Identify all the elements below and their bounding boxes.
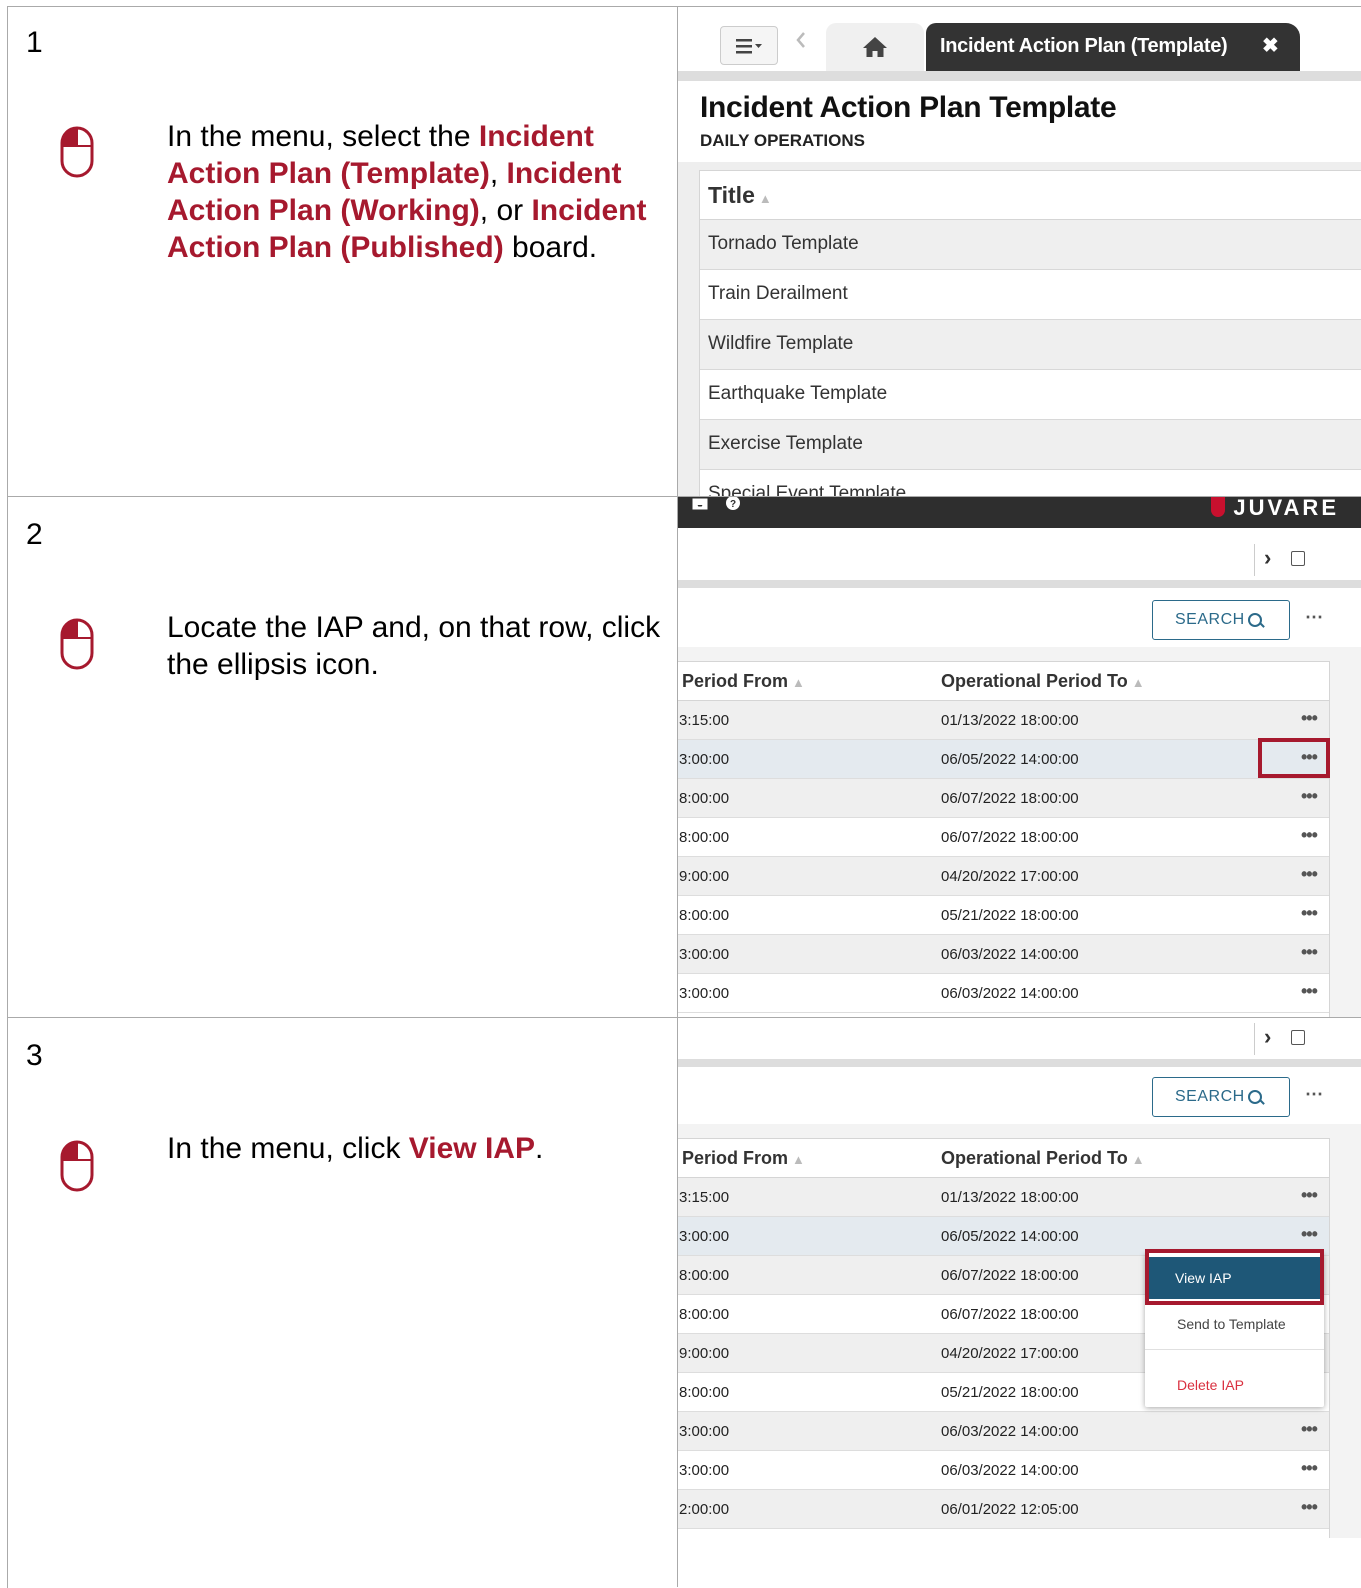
menu-item-delete-iap[interactable]: Delete IAP bbox=[1145, 1370, 1324, 1400]
help-icon[interactable]: ? bbox=[725, 497, 741, 511]
screenshot-board-list: Incident Action Plan (Template) ✖ Incide… bbox=[678, 7, 1361, 496]
svg-text:?: ? bbox=[730, 499, 736, 510]
tab-incident-action-plan-template[interactable]: Incident Action Plan (Template) ✖ bbox=[926, 23, 1300, 71]
tab-home[interactable] bbox=[826, 23, 924, 71]
app-top-bar: ? JUVARE bbox=[678, 497, 1361, 528]
row-divider bbox=[7, 1017, 1361, 1018]
divider bbox=[678, 1059, 1361, 1067]
divider bbox=[678, 580, 1361, 588]
juvare-logo-mark bbox=[1211, 497, 1226, 517]
divider bbox=[1145, 1349, 1324, 1350]
table-row[interactable]: 8:00:00 05/21/2022 18:00:00 ••• bbox=[678, 896, 1329, 935]
table-row[interactable]: Wildfire Template bbox=[700, 320, 1361, 370]
ellipsis-icon[interactable]: ••• bbox=[1301, 825, 1318, 846]
step-number: 2 bbox=[26, 518, 43, 551]
home-icon bbox=[863, 37, 887, 57]
panel-controls: › bbox=[678, 1018, 1361, 1061]
table-row[interactable]: 3:00:00 06/03/2022 14:00:00 ••• bbox=[678, 1412, 1329, 1451]
table-row[interactable]: Earthquake Template bbox=[700, 370, 1361, 420]
sort-icon[interactable]: ▲︎ bbox=[1132, 1152, 1145, 1167]
row-divider bbox=[7, 496, 1361, 497]
mouse-left-click-icon bbox=[60, 1140, 94, 1192]
step-instruction: Locate the IAP and, on that row, click t… bbox=[167, 611, 661, 681]
ellipsis-icon[interactable]: ••• bbox=[1301, 708, 1318, 729]
table-row[interactable]: 3:00:00 06/03/2022 14:00:00 ••• bbox=[678, 1451, 1329, 1490]
search-button[interactable]: SEARCH bbox=[1152, 1077, 1290, 1117]
step-instruction: In the menu, click View IAP. bbox=[167, 1132, 544, 1165]
ellipsis-icon[interactable]: ••• bbox=[1301, 903, 1318, 924]
ellipsis-icon[interactable]: ••• bbox=[1301, 1224, 1318, 1245]
table-row[interactable]: Exercise Template bbox=[700, 420, 1361, 470]
juvare-logo: JUVARE bbox=[1211, 497, 1339, 521]
table-row[interactable]: 2:00:00 06/01/2022 12:05:00 ••• bbox=[678, 1490, 1329, 1529]
ellipsis-icon[interactable]: ••• bbox=[1301, 1497, 1318, 1518]
column-header-operational-period-to[interactable]: Operational Period To ▲︎ bbox=[941, 671, 1145, 692]
divider bbox=[678, 71, 1361, 81]
table-row[interactable]: 3:00:00 06/05/2022 14:00:00 ••• bbox=[678, 740, 1329, 779]
board-list-table: Title ▲︎ Tornado Template Train Derailmen… bbox=[699, 170, 1361, 496]
table-row[interactable]: 8:00:00 06/07/2022 18:00:00 ••• bbox=[678, 818, 1329, 857]
sort-icon[interactable]: ▲︎ bbox=[792, 675, 805, 690]
table-row[interactable]: 3:15:00 01/13/2022 18:00:00 ••• bbox=[678, 1178, 1329, 1217]
tab-label: Incident Action Plan (Template) bbox=[940, 35, 1228, 57]
panel-icon[interactable] bbox=[1291, 551, 1305, 566]
iap-table: Period From ▲︎ Operational Period To ▲︎ 3:… bbox=[678, 661, 1330, 1017]
chevron-left-icon[interactable] bbox=[792, 29, 810, 61]
sort-icon[interactable]: ▲︎ bbox=[1132, 675, 1145, 690]
chevron-right-icon[interactable]: › bbox=[1264, 1024, 1271, 1050]
menu-item-send-to-template[interactable]: Send to Template bbox=[1145, 1309, 1324, 1339]
panel-controls: › bbox=[678, 539, 1361, 582]
view-iap-callout bbox=[1145, 1249, 1324, 1305]
chevron-right-icon[interactable]: › bbox=[1264, 545, 1271, 571]
divider bbox=[1254, 544, 1255, 576]
page-subtitle: DAILY OPERATIONS bbox=[700, 131, 865, 150]
search-button[interactable]: SEARCH bbox=[1152, 600, 1290, 640]
ellipsis-icon[interactable]: ••• bbox=[1301, 1185, 1318, 1206]
table-row[interactable]: Train Derailment bbox=[700, 270, 1361, 320]
divider bbox=[1254, 1023, 1255, 1055]
step-number: 1 bbox=[26, 26, 43, 59]
table-row[interactable]: 3:15:00 01/13/2022 18:00:00 ••• bbox=[678, 701, 1329, 740]
screenshot-iap-list: ? JUVARE › SEARCH ⋯ Period From ▲︎ Operat… bbox=[678, 497, 1361, 1017]
ellipsis-icon[interactable]: ••• bbox=[1301, 942, 1318, 963]
ellipsis-icon[interactable]: ••• bbox=[1301, 786, 1318, 807]
ellipsis-icon[interactable]: ⋯ bbox=[1305, 607, 1323, 628]
screenshot-iap-context-menu: › SEARCH ⋯ Period From ▲︎ Operational Per… bbox=[678, 1018, 1361, 1538]
mouse-left-click-icon bbox=[60, 126, 94, 178]
sort-icon[interactable]: ▲︎ bbox=[759, 191, 772, 206]
search-icon bbox=[1248, 613, 1262, 627]
ellipsis-icon[interactable]: ⋯ bbox=[1305, 1084, 1323, 1105]
column-header-period-from[interactable]: Period From ▲︎ bbox=[682, 1148, 805, 1169]
mouse-left-click-icon bbox=[60, 618, 94, 670]
hamburger-menu-icon[interactable] bbox=[720, 26, 778, 65]
page-title: Incident Action Plan Template bbox=[700, 91, 1117, 124]
table-row[interactable]: 9:00:00 04/20/2022 17:00:00 ••• bbox=[678, 857, 1329, 896]
inbox-icon[interactable] bbox=[692, 497, 708, 511]
table-row[interactable]: 8:00:00 06/07/2022 18:00:00 ••• bbox=[678, 779, 1329, 818]
ellipsis-icon[interactable]: ••• bbox=[1301, 864, 1318, 885]
ellipsis-icon[interactable]: ••• bbox=[1301, 1419, 1318, 1440]
step-instruction: In the menu, select the Incident Action … bbox=[167, 120, 647, 264]
panel-icon[interactable] bbox=[1291, 1030, 1305, 1045]
sort-icon[interactable]: ▲︎ bbox=[792, 1152, 805, 1167]
ellipsis-callout bbox=[1258, 738, 1330, 778]
table-header: Period From ▲︎ Operational Period To ▲︎ bbox=[678, 1139, 1329, 1178]
step-number: 3 bbox=[26, 1039, 43, 1072]
table-row[interactable]: Special Event Template bbox=[700, 470, 1361, 496]
search-icon bbox=[1248, 1090, 1262, 1104]
column-header-title[interactable]: Title ▲︎ bbox=[700, 171, 1361, 220]
column-divider bbox=[677, 6, 678, 1587]
tab-bar: Incident Action Plan (Template) ✖ bbox=[678, 7, 1361, 71]
ellipsis-icon[interactable]: ••• bbox=[1301, 981, 1318, 1002]
table-row[interactable]: 3:00:00 06/03/2022 14:00:00 ••• bbox=[678, 935, 1329, 974]
table-header: Period From ▲︎ Operational Period To ▲︎ bbox=[678, 662, 1329, 701]
table-row[interactable]: Tornado Template bbox=[700, 220, 1361, 270]
close-icon[interactable]: ✖ bbox=[1262, 33, 1279, 58]
table-row[interactable]: 3:00:00 06/03/2022 14:00:00 ••• bbox=[678, 974, 1329, 1013]
column-header-period-from[interactable]: Period From ▲︎ bbox=[682, 671, 805, 692]
ellipsis-icon[interactable]: ••• bbox=[1301, 1458, 1318, 1479]
column-header-operational-period-to[interactable]: Operational Period To ▲︎ bbox=[941, 1148, 1145, 1169]
